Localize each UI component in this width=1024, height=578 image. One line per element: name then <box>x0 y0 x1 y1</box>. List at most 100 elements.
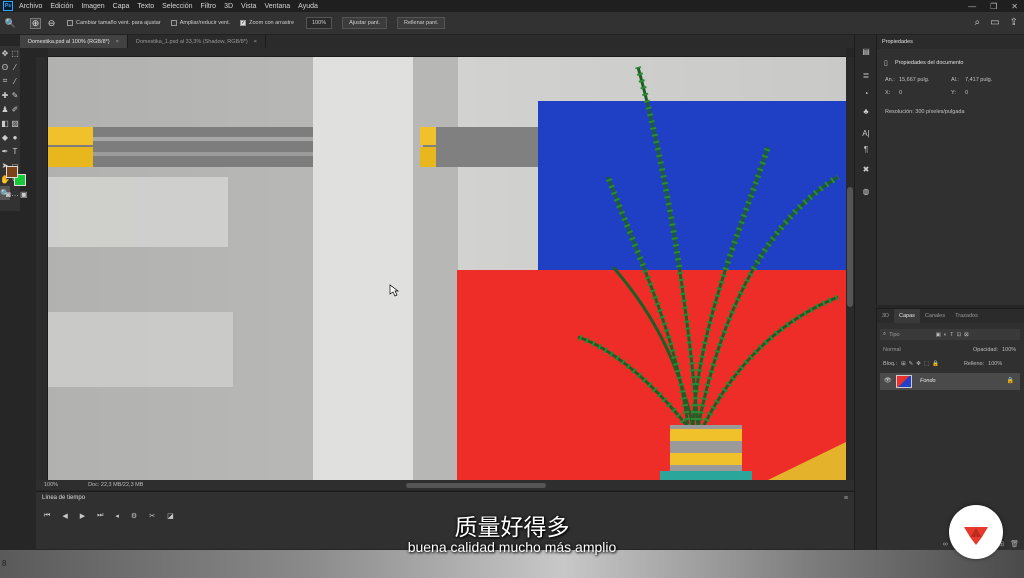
tab-canales[interactable]: Canales <box>920 309 950 323</box>
y-value[interactable]: 0 <box>965 90 968 96</box>
menu-filtro[interactable]: Filtro <box>201 3 217 10</box>
resize-windows-checkbox[interactable]: Cambiar tamaño vent. para ajustar <box>67 20 161 26</box>
tab-domestika-1[interactable]: Domestika_1.psd al 33,3% (Shadow, RGB/8*… <box>128 35 266 48</box>
healing-brush-icon[interactable]: ✚ <box>0 88 10 102</box>
layer-filter-input[interactable]: Tipo <box>889 332 900 338</box>
close-icon[interactable]: × <box>116 39 119 45</box>
menu-texto[interactable]: Texto <box>137 3 154 10</box>
properties-panel: Propiedades ▯ Propiedades del documento … <box>876 35 1024 305</box>
tools-preset-icon[interactable]: ✖ <box>860 163 872 175</box>
document-canvas[interactable] <box>48 57 846 480</box>
menu-vista[interactable]: Vista <box>241 3 256 10</box>
eraser-icon[interactable]: ◧ <box>0 116 10 130</box>
type-tool-icon[interactable]: T <box>10 144 20 158</box>
lasso-tool-icon[interactable]: ʘ <box>0 60 10 74</box>
gradient-icon[interactable]: ▨ <box>10 116 20 130</box>
3d-icon[interactable]: ◍ <box>860 185 872 197</box>
pipe-yellow-cap <box>48 147 93 167</box>
lock-icons[interactable]: ⊞✎✥⬚🔒 <box>901 361 942 367</box>
red-panel <box>457 270 846 480</box>
height-label: Al.: <box>951 77 959 83</box>
layers-tabs: 3D Capas Canales Trazados <box>877 309 1024 323</box>
menu-ayuda[interactable]: Ayuda <box>298 3 318 10</box>
menu-imagen[interactable]: Imagen <box>81 3 104 10</box>
pot-base <box>660 471 752 480</box>
dodge-icon[interactable]: ● <box>10 130 20 144</box>
marquee-tool-icon[interactable]: ⬚ <box>10 46 20 60</box>
zoom-all-checkbox[interactable]: Ampliar/reducir vent. <box>170 20 231 26</box>
layer-row-fondo[interactable]: 👁 Fondo 🔒 <box>880 373 1020 390</box>
search-icon[interactable]: ⌕ <box>975 17 981 28</box>
quick-mask-icon[interactable]: ◙ <box>6 190 11 199</box>
close-icon[interactable]: × <box>254 39 257 45</box>
zoom-all-label: Ampliar/reducir vent. <box>179 20 231 26</box>
workspace-icon[interactable]: ▭ <box>990 17 999 28</box>
fill-value[interactable]: 100% <box>988 361 1002 367</box>
menu-capa[interactable]: Capa <box>113 3 130 10</box>
blend-mode-select[interactable]: Normal <box>883 347 943 353</box>
filter-icons[interactable]: ▣◐T⊡⊠ <box>936 332 972 338</box>
tab-label: Domestika_1.psd al 33,3% (Shadow, RGB/8*… <box>135 38 248 45</box>
share-icon[interactable]: ⇪ <box>1010 17 1018 28</box>
fit-screen-button[interactable]: Ajustar pant. <box>342 17 388 29</box>
menu-seleccion[interactable]: Selección <box>162 3 192 10</box>
restore-icon[interactable]: ❐ <box>990 2 997 11</box>
scroll-thumb[interactable] <box>847 187 853 307</box>
close-icon[interactable]: ✕ <box>1011 2 1018 11</box>
height-value[interactable]: 7,417 pulg. <box>965 77 992 83</box>
brush-tool-icon[interactable]: ✎ <box>10 88 20 102</box>
eye-icon[interactable]: 👁 <box>884 377 892 384</box>
tab-capas[interactable]: Capas <box>894 309 920 323</box>
minimize-icon[interactable]: — <box>968 2 976 11</box>
paragraph-icon[interactable]: ¶ <box>860 143 872 155</box>
tab-3d[interactable]: 3D <box>877 309 894 323</box>
blur-icon[interactable]: ◆ <box>0 130 10 144</box>
width-value[interactable]: 15,667 pulg. <box>899 77 929 83</box>
zoom-in-icon[interactable]: ⊕ <box>30 17 41 29</box>
vertical-scrollbar[interactable] <box>846 57 854 480</box>
adjustments-icon[interactable]: ≣ <box>860 69 872 81</box>
concrete-column <box>313 57 413 480</box>
photoshop-window: Ps Archivo Edición Imagen Capa Texto Sel… <box>0 0 1024 578</box>
pen-tool-icon[interactable]: ✒ <box>0 144 10 158</box>
zoom-value-field[interactable]: 100% <box>306 17 333 29</box>
zoom-tool-icon[interactable]: 🔍 <box>5 18 16 29</box>
menu-3d[interactable]: 3D <box>224 3 233 10</box>
history-icon[interactable]: ▤ <box>860 45 872 57</box>
libraries-icon[interactable]: ♣ <box>860 105 872 117</box>
opacity-value[interactable]: 100% <box>1002 347 1016 353</box>
horizontal-scroll-thumb[interactable] <box>406 483 546 488</box>
y-label: Y: <box>951 90 956 96</box>
options-right-icons: ⌕ ▭ ⇪ <box>975 17 1018 28</box>
timeline-title: Línea de tiempo <box>42 495 86 501</box>
tools-panel: ✥ ⬚ ʘ ⁄ ⌗ ⁄ ✚ ✎ ♟ ✐ ◧ ▨ ◆ ● ✒ T ➤ ▭ ✋ ↻ … <box>0 46 20 211</box>
character-icon[interactable]: A| <box>860 127 872 139</box>
eyedropper-icon[interactable]: ⁄ <box>10 74 20 88</box>
x-value[interactable]: 0 <box>899 90 902 96</box>
magic-wand-icon[interactable]: ⁄ <box>10 60 20 74</box>
properties-tab[interactable]: Propiedades <box>877 35 1024 49</box>
panel-menu-icon[interactable]: ≡ <box>844 495 848 502</box>
crop-tool-icon[interactable]: ⌗ <box>0 74 10 88</box>
menu-ventana[interactable]: Ventana <box>264 3 290 10</box>
scrubby-zoom-checkbox[interactable]: ✓ Zoom con arrastre <box>240 20 294 26</box>
zoom-out-icon[interactable]: ⊖ <box>46 18 57 29</box>
color-swatches <box>6 166 28 186</box>
scrubby-zoom-label: Zoom con arrastre <box>249 20 295 26</box>
move-tool-icon[interactable]: ✥ <box>0 46 10 60</box>
info-icon[interactable]: ◔ <box>860 87 872 99</box>
history-brush-icon[interactable]: ✐ <box>10 102 20 116</box>
screen-mode-icon[interactable]: ▣ <box>20 190 28 199</box>
lock-icon: 🔒 <box>1006 378 1014 384</box>
status-bar: 100% Doc: 22,3 MB/22,3 MB <box>36 480 854 490</box>
fill-screen-button[interactable]: Rellenar pant. <box>397 17 446 29</box>
fill-label: Relleno: <box>963 360 985 367</box>
tab-trazados[interactable]: Trazados <box>950 309 983 323</box>
more-tools-icon[interactable]: … <box>10 186 20 200</box>
tab-domestika[interactable]: Domestika.psd al 100% (RGB/8*) × <box>20 35 128 48</box>
menu-archivo[interactable]: Archivo <box>19 3 42 10</box>
menu-edicion[interactable]: Edición <box>50 3 73 10</box>
stamp-tool-icon[interactable]: ♟ <box>0 102 10 116</box>
foreground-color[interactable] <box>6 166 18 178</box>
canvas-artwork <box>48 57 846 480</box>
